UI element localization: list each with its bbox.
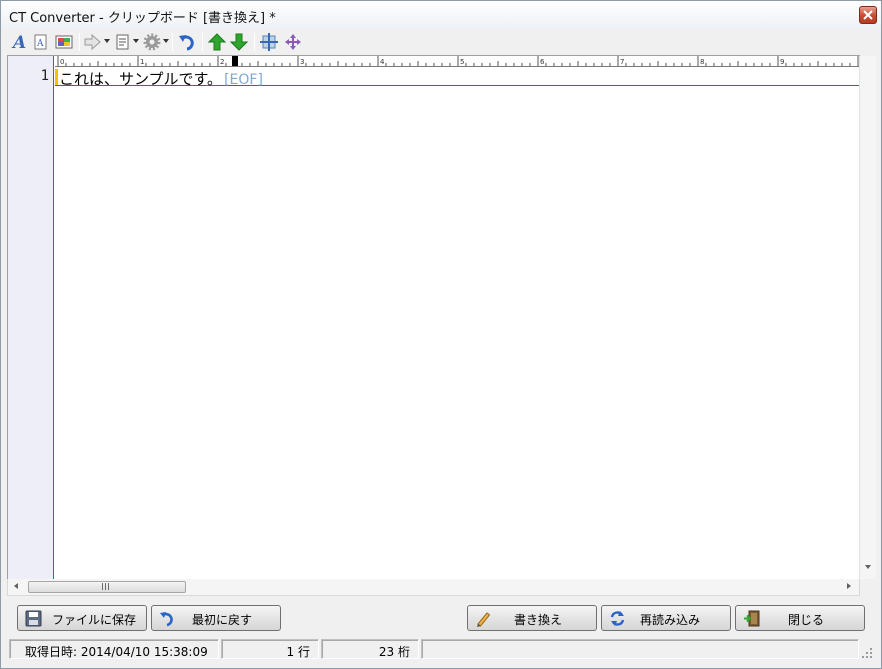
ruler-label: 4 (380, 58, 385, 66)
app-window: CT Converter - クリップボード [書き換え] * A A 1 0 … (0, 0, 882, 669)
pencil-icon (477, 612, 491, 627)
svg-text:A: A (36, 39, 44, 49)
toolbar: A A (7, 30, 875, 54)
status-acquired-time: 取得日時: 2014/04/10 15:38:09 (9, 639, 219, 659)
horizontal-scrollbar[interactable] (7, 579, 860, 596)
arrow-up-icon[interactable] (208, 32, 226, 52)
ruler-label: 6 (540, 58, 545, 66)
toolbar-separator (172, 33, 173, 51)
resize-grip-icon[interactable] (862, 648, 873, 659)
status-empty-panel (421, 639, 859, 659)
current-line-marker (55, 69, 58, 85)
window-title: CT Converter - クリップボード [書き換え] * (9, 11, 276, 26)
title-bar[interactable]: CT Converter - クリップボード [書き換え] * (1, 1, 881, 29)
line-number: 1 (40, 68, 49, 84)
undo-icon[interactable] (178, 32, 196, 52)
undo-icon (160, 612, 173, 627)
document-dropdown-icon[interactable] (133, 39, 139, 43)
status-line-count: 1 行 (221, 639, 319, 659)
scroll-right-arrow-icon[interactable] (847, 583, 851, 589)
ruler-label: 1 (140, 58, 144, 66)
text-line[interactable]: これは、サンプルです。 [EOF] (55, 68, 859, 89)
toolbar-separator (79, 33, 80, 51)
floppy-disk-icon (25, 610, 42, 627)
ruler-label: 9 (780, 58, 784, 66)
line-text: これは、サンプルです。 (59, 70, 223, 88)
status-column-count: 23 桁 (321, 639, 419, 659)
revert-button[interactable]: 最初に戻す (151, 605, 281, 631)
reload-button[interactable]: 再読み込み (601, 605, 731, 631)
horizontal-scroll-thumb[interactable] (28, 581, 186, 593)
save-to-file-button[interactable]: ファイルに保存 (17, 605, 147, 631)
font-small-icon[interactable]: A (33, 32, 49, 52)
vertical-scrollbar[interactable] (859, 56, 876, 579)
line-number-gutter: 1 (8, 56, 54, 579)
export-dropdown-icon[interactable] (104, 39, 110, 43)
column-ruler: 0 1 2 3 4 5 6 7 8 9 (55, 56, 859, 67)
refresh-icon (610, 611, 625, 626)
document-icon[interactable] (115, 32, 131, 52)
exit-door-icon (744, 610, 760, 627)
close-icon (863, 10, 873, 20)
ruler-label: 5 (460, 58, 464, 66)
export-icon[interactable] (83, 32, 103, 52)
close-label: 閉じる (788, 613, 825, 627)
close-window-button[interactable] (859, 6, 877, 24)
ruler-label: 3 (300, 58, 304, 66)
status-bar: 取得日時: 2014/04/10 15:38:09 1 行 23 桁 (7, 637, 875, 661)
toolbar-separator (202, 33, 203, 51)
color-palette-icon[interactable] (55, 32, 73, 52)
toolbar-separator (254, 33, 255, 51)
close-button[interactable]: 閉じる (735, 605, 865, 631)
reload-label: 再読み込み (640, 613, 701, 627)
rewrite-button[interactable]: 書き換え (467, 605, 597, 631)
font-icon[interactable]: A (11, 32, 29, 52)
svg-text:A: A (11, 33, 26, 52)
grip-icon (102, 583, 111, 591)
settings-icon[interactable] (143, 32, 161, 52)
scroll-down-arrow-icon[interactable] (865, 565, 871, 569)
column-count-text: 23 桁 (378, 645, 410, 659)
ruler-cursor-marker (232, 56, 238, 66)
save-to-file-label: ファイルに保存 (52, 613, 137, 627)
move-icon[interactable] (284, 32, 302, 52)
scroll-left-arrow-icon[interactable] (14, 583, 18, 589)
revert-label: 最初に戻す (192, 613, 253, 627)
ruler-label: 8 (700, 58, 704, 66)
eof-marker: [EOF] (224, 72, 263, 88)
line-content[interactable]: これは、サンプルです。 [EOF] (59, 68, 263, 89)
ruler-label: 7 (620, 58, 624, 66)
arrow-down-icon[interactable] (230, 32, 248, 52)
settings-dropdown-icon[interactable] (163, 39, 169, 43)
text-editor[interactable]: 1 0 1 2 3 4 5 6 7 8 9 これは、サンプルです。 [EOF] (7, 55, 876, 580)
expand-icon[interactable] (260, 32, 278, 52)
acquired-time-text: 取得日時: 2014/04/10 15:38:09 (25, 645, 208, 659)
ruler-label: 2 (220, 58, 224, 66)
ruler-label: 0 (60, 58, 64, 66)
line-count-text: 1 行 (286, 645, 310, 659)
rewrite-label: 書き換え (514, 613, 563, 627)
ruler-ticks: 0 1 2 3 4 5 6 7 8 9 (57, 56, 859, 66)
